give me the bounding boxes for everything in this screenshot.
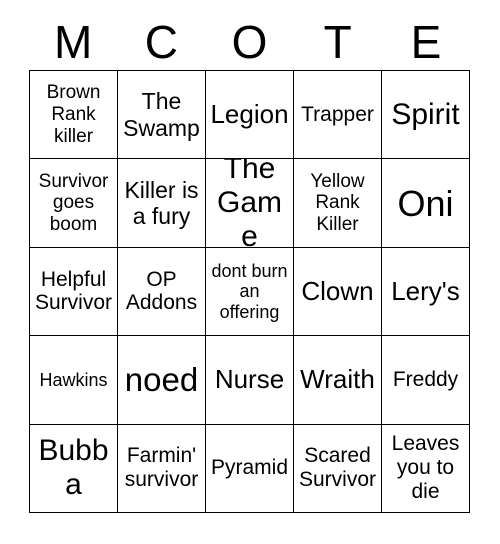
- bingo-cell-label: Bubba: [38, 434, 109, 502]
- bingo-cell-label: Trapper: [301, 102, 374, 126]
- bingo-cell-r5c2[interactable]: Farmin' survivor: [118, 424, 206, 513]
- bingo-cell-label: Pyramid: [210, 456, 289, 480]
- bingo-cell-r2c4[interactable]: Yellow Rank Killer: [294, 159, 382, 248]
- bingo-cell-r3c5[interactable]: Lery's: [382, 247, 470, 337]
- bingo-cell-r4c1[interactable]: Hawkins: [30, 336, 118, 425]
- bingo-cell-r2c3[interactable]: The Game: [206, 159, 294, 248]
- bingo-cell-r5c4[interactable]: Scared Survivor: [294, 424, 382, 513]
- bingo-cell-label: dont burn an offering: [211, 260, 288, 322]
- bingo-cell-label: Killer is a fury: [124, 176, 199, 230]
- bingo-cell-label: OP Addons: [125, 267, 198, 315]
- bingo-cell-r2c5[interactable]: Oni: [382, 159, 470, 248]
- bingo-cell-r5c5[interactable]: Leaves you to die: [382, 424, 470, 513]
- bingo-cell-label: noed: [124, 361, 199, 399]
- bingo-cell-label: Leaves you to die: [391, 432, 460, 504]
- bingo-cell-label: Scared Survivor: [298, 444, 377, 492]
- bingo-header-letter-3: O: [231, 16, 268, 68]
- bingo-cell-r5c1[interactable]: Bubba: [30, 424, 118, 513]
- bingo-cell-label: Brown Rank killer: [46, 82, 101, 147]
- bingo-cell-label: Wraith: [300, 364, 375, 395]
- bingo-cell-label: Farmin' survivor: [124, 444, 199, 492]
- bingo-cell-r5c3[interactable]: Pyramid: [206, 424, 294, 513]
- bingo-cell-r4c4[interactable]: Wraith: [294, 336, 382, 425]
- bingo-cell-r4c3[interactable]: Nurse: [206, 336, 294, 425]
- bingo-cell-r4c5[interactable]: Freddy: [382, 336, 470, 425]
- bingo-cell-label: Helpful Survivor: [34, 267, 113, 315]
- bingo-cell-label: Oni: [397, 182, 454, 224]
- bingo-cell-label: Spirit: [391, 97, 460, 131]
- bingo-cell-label: The Game: [216, 159, 282, 248]
- bingo-cell-r2c2[interactable]: Killer is a fury: [118, 159, 206, 248]
- bingo-header-letter-5: E: [410, 16, 442, 68]
- bingo-cell-r1c5[interactable]: Spirit: [382, 71, 470, 160]
- bingo-cell-r4c2[interactable]: noed: [118, 336, 206, 425]
- bingo-cell-r3c1[interactable]: Helpful Survivor: [30, 247, 118, 337]
- bingo-cell-label: Lery's: [391, 275, 460, 306]
- bingo-cell-r1c4[interactable]: Trapper: [294, 71, 382, 160]
- bingo-cell-r1c2[interactable]: The Swamp: [118, 71, 206, 160]
- bingo-cell-r1c3[interactable]: Legion: [206, 71, 294, 160]
- bingo-cell-label: Freddy: [392, 367, 459, 391]
- bingo-card: M C O T E Brown Rank killer The Swamp Le…: [0, 0, 500, 544]
- bingo-header-row: M C O T E: [29, 14, 470, 70]
- bingo-cell-r2c1[interactable]: Survivor goes boom: [30, 159, 118, 248]
- bingo-grid: Brown Rank killer The Swamp Legion Trapp…: [29, 70, 470, 513]
- bingo-cell-label: Clown: [301, 275, 374, 306]
- bingo-cell-label: Nurse: [214, 364, 285, 395]
- bingo-header-letter-1: M: [53, 16, 93, 68]
- bingo-cell-label: The Swamp: [123, 88, 200, 141]
- bingo-header-letter-2: C: [144, 16, 178, 68]
- bingo-cell-r1c1[interactable]: Brown Rank killer: [30, 71, 118, 160]
- bingo-cell-r3c2[interactable]: OP Addons: [118, 247, 206, 337]
- bingo-cell-label: Legion: [210, 98, 289, 129]
- bingo-header-letter-4: T: [323, 16, 352, 68]
- bingo-cell-label: Yellow Rank Killer: [310, 170, 365, 235]
- bingo-cell-r3c3[interactable]: dont burn an offering: [206, 247, 294, 337]
- bingo-cell-label: Survivor goes boom: [38, 170, 109, 235]
- bingo-cell-label: Hawkins: [39, 369, 108, 390]
- bingo-cell-r3c4[interactable]: Clown: [294, 247, 382, 337]
